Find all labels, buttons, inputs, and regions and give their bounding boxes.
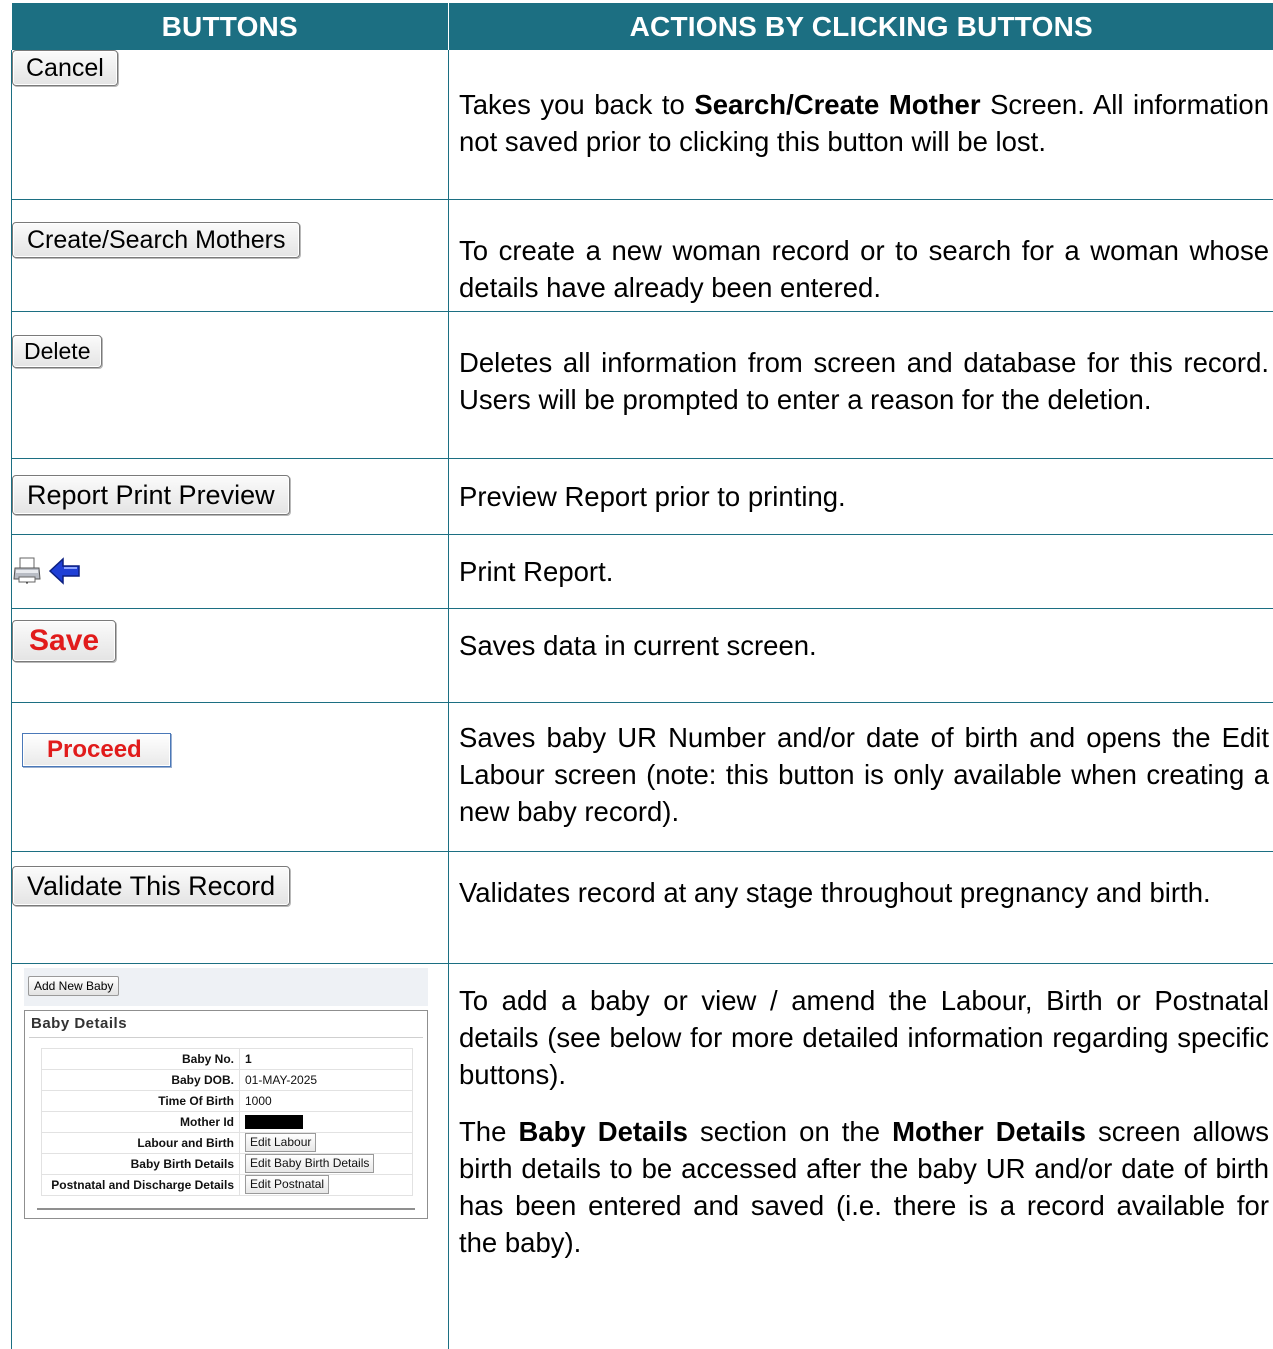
validate-this-record-button[interactable]: Validate This Record bbox=[12, 866, 290, 906]
row-description: To add a baby or view / amend the Labour… bbox=[449, 964, 1273, 1261]
field-label: Labour and Birth bbox=[42, 1132, 240, 1153]
row-description: Preview Report prior to printing. bbox=[449, 459, 1273, 515]
delete-button[interactable]: Delete bbox=[12, 335, 102, 368]
field-label: Baby DOB. bbox=[42, 1069, 240, 1090]
description-cell: Takes you back to Search/Create Mother S… bbox=[449, 50, 1273, 199]
field-row: Baby Birth Details Edit Baby Birth Detai… bbox=[42, 1153, 413, 1174]
baby-details-panel-screenshot: Add New Baby Baby Details Baby No. 1 Bab… bbox=[24, 968, 428, 1219]
table-row: Delete Deletes all information from scre… bbox=[12, 311, 1273, 458]
field-row: Labour and Birth Edit Labour bbox=[42, 1132, 413, 1153]
description-cell: To create a new woman record or to searc… bbox=[449, 199, 1273, 311]
left-arrow-icon[interactable] bbox=[48, 557, 82, 585]
table-row: Print Report. bbox=[12, 534, 1273, 608]
search-create-mother-emphasis: Search/Create Mother bbox=[694, 89, 980, 120]
field-row: Postnatal and Discharge Details Edit Pos… bbox=[42, 1174, 413, 1195]
header-buttons: BUTTONS bbox=[12, 3, 449, 50]
baby-details-fields: Baby No. 1 Baby DOB. 01-MAY-2025 Time Of… bbox=[41, 1048, 413, 1196]
description-cell: Print Report. bbox=[449, 534, 1273, 608]
buttons-reference-table: BUTTONS ACTIONS BY CLICKING BUTTONS Canc… bbox=[11, 3, 1273, 1349]
table-row: Cancel Takes you back to Search/Create M… bbox=[12, 50, 1273, 199]
description-cell: Preview Report prior to printing. bbox=[449, 458, 1273, 534]
baby-details-box: Baby Details Baby No. 1 Baby DOB. 01-MAY… bbox=[24, 1010, 428, 1219]
edit-labour-button[interactable]: Edit Labour bbox=[245, 1133, 316, 1152]
table-header-row: BUTTONS ACTIONS BY CLICKING BUTTONS bbox=[12, 3, 1273, 50]
baby-dob-value: 01-MAY-2025 bbox=[240, 1069, 413, 1090]
time-of-birth-value: 1000 bbox=[240, 1090, 413, 1111]
add-new-baby-button[interactable]: Add New Baby bbox=[28, 976, 119, 996]
button-cell: Cancel bbox=[12, 50, 449, 199]
button-cell: Add New Baby Baby Details Baby No. 1 Bab… bbox=[12, 963, 449, 1349]
table-row: Save Saves data in current screen. bbox=[12, 608, 1273, 702]
description-cell: Validates record at any stage throughout… bbox=[449, 851, 1273, 963]
button-cell: Save bbox=[12, 608, 449, 702]
field-label: Time Of Birth bbox=[42, 1090, 240, 1111]
field-row: Mother Id bbox=[42, 1111, 413, 1132]
create-search-mothers-button[interactable]: Create/Search Mothers bbox=[12, 222, 300, 258]
print-icons bbox=[12, 535, 448, 595]
field-label: Postnatal and Discharge Details bbox=[42, 1174, 240, 1195]
baby-details-title: Baby Details bbox=[29, 1013, 423, 1038]
baby-no-value: 1 bbox=[240, 1048, 413, 1069]
proceed-button[interactable]: Proceed bbox=[22, 733, 171, 767]
baby-description-2: The Baby Details section on the Mother D… bbox=[459, 1113, 1269, 1261]
baby-toolbar: Add New Baby bbox=[24, 968, 428, 1006]
mother-id-value bbox=[240, 1111, 413, 1132]
field-label: Baby Birth Details bbox=[42, 1153, 240, 1174]
report-print-preview-button[interactable]: Report Print Preview bbox=[12, 475, 290, 515]
row-description: Saves baby UR Number and/or date of birt… bbox=[449, 703, 1273, 830]
table-row: Validate This Record Validates record at… bbox=[12, 851, 1273, 963]
header-actions: ACTIONS BY CLICKING BUTTONS bbox=[449, 3, 1273, 50]
printer-icon[interactable] bbox=[12, 557, 42, 585]
description-cell: Saves data in current screen. bbox=[449, 608, 1273, 702]
field-row: Baby DOB. 01-MAY-2025 bbox=[42, 1069, 413, 1090]
redacted-block bbox=[245, 1115, 303, 1129]
field-row: Baby No. 1 bbox=[42, 1048, 413, 1069]
baby-description-1: To add a baby or view / amend the Labour… bbox=[459, 982, 1269, 1093]
row-description: Validates record at any stage throughout… bbox=[449, 852, 1273, 911]
table-row: Create/Search Mothers To create a new wo… bbox=[12, 199, 1273, 311]
row-description: Deletes all information from screen and … bbox=[449, 312, 1273, 418]
edit-baby-birth-details-button[interactable]: Edit Baby Birth Details bbox=[245, 1154, 374, 1173]
edit-postnatal-button[interactable]: Edit Postnatal bbox=[245, 1175, 329, 1194]
row-description: Takes you back to Search/Create Mother S… bbox=[449, 50, 1273, 160]
description-cell: Deletes all information from screen and … bbox=[449, 311, 1273, 458]
button-cell bbox=[12, 534, 449, 608]
button-cell: Proceed bbox=[12, 702, 449, 851]
table-row: Proceed Saves baby UR Number and/or date… bbox=[12, 702, 1273, 851]
description-cell: To add a baby or view / amend the Labour… bbox=[449, 963, 1273, 1349]
field-row: Time Of Birth 1000 bbox=[42, 1090, 413, 1111]
description-cell: Saves baby UR Number and/or date of birt… bbox=[449, 702, 1273, 851]
button-cell: Report Print Preview bbox=[12, 458, 449, 534]
cancel-button[interactable]: Cancel bbox=[12, 50, 118, 86]
field-label: Mother Id bbox=[42, 1111, 240, 1132]
field-label: Baby No. bbox=[42, 1048, 240, 1069]
save-button[interactable]: Save bbox=[12, 620, 116, 662]
button-cell: Create/Search Mothers bbox=[12, 199, 449, 311]
row-description: To create a new woman record or to searc… bbox=[449, 200, 1273, 306]
table-row: Report Print Preview Preview Report prio… bbox=[12, 458, 1273, 534]
row-description: Print Report. bbox=[449, 535, 1273, 590]
button-cell: Validate This Record bbox=[12, 851, 449, 963]
row-description: Saves data in current screen. bbox=[449, 609, 1273, 664]
table-row: Add New Baby Baby Details Baby No. 1 Bab… bbox=[12, 963, 1273, 1349]
divider bbox=[37, 1208, 415, 1210]
button-cell: Delete bbox=[12, 311, 449, 458]
